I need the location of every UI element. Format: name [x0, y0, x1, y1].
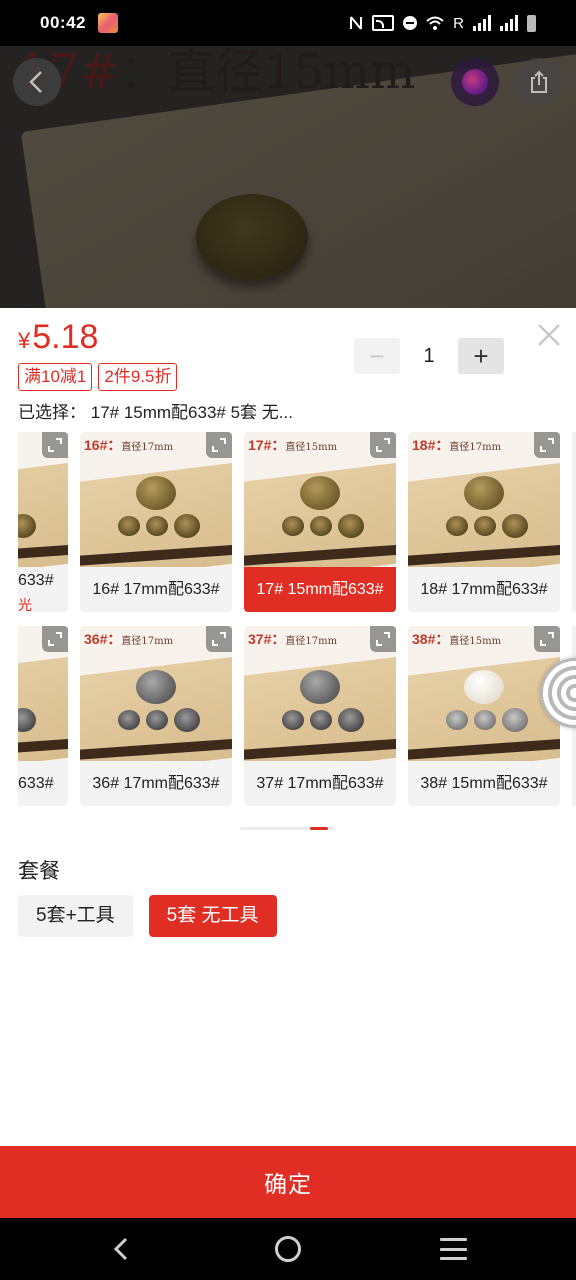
back-button[interactable] — [13, 58, 61, 106]
variant-card-17[interactable]: 17#：直径15mm 17# 15mm配633# — [244, 432, 396, 612]
back-arrow-icon — [29, 71, 42, 93]
cast-icon — [372, 15, 395, 31]
dnd-icon — [403, 16, 418, 30]
variant-caption: 17# 15mm配633# — [244, 567, 396, 612]
variant-caption: 633# 光 — [18, 572, 54, 612]
avatar-icon — [462, 69, 488, 95]
avatar-button[interactable] — [451, 58, 499, 106]
variant-caption: 18# 17mm配633# — [420, 581, 548, 598]
thumbnail-label: 17#：直径15mm — [248, 437, 338, 453]
share-button[interactable] — [515, 58, 563, 106]
variant-caption: 633# — [18, 775, 54, 792]
thumbnail-label: 18#：直径17mm — [412, 437, 502, 453]
expand-icon[interactable] — [42, 626, 68, 652]
page-indicator-current — [310, 827, 328, 830]
quantity-value[interactable]: 1 — [400, 345, 458, 368]
variant-card-16[interactable]: 16#：直径17mm 16# 17mm配633# — [80, 432, 232, 612]
expand-icon[interactable] — [42, 432, 68, 458]
product-hero-image: 17#：直径15mm — [0, 46, 576, 308]
promo-tag[interactable]: 满10减1 — [18, 363, 93, 391]
confirm-button[interactable]: 确定 — [0, 1146, 576, 1218]
package-option-no-tools[interactable]: 5套 无工具 — [148, 895, 277, 937]
status-icons: R — [349, 14, 536, 32]
selected-value: 17# 15mm配633# 5套 无... — [90, 403, 293, 422]
variant-caption: 36# 17mm配633# — [92, 775, 220, 792]
price-amount: 5.18 — [32, 318, 99, 356]
variant-grid[interactable]: 633# 光 633# 16#：直径17mm 16# 17mm配633# 17#… — [18, 432, 576, 812]
promo-tag[interactable]: 2件9.5折 — [98, 363, 178, 391]
selected-summary: 已选择： 17# 15mm配633# 5套 无... — [18, 398, 293, 423]
package-option-with-tools[interactable]: 5套+工具 — [18, 895, 133, 937]
nfc-icon — [350, 16, 363, 30]
variant-card-partial[interactable]: 633# 光 — [18, 432, 68, 612]
app-icon — [97, 13, 118, 33]
thumbnail-label: 38#：直径15mm — [412, 631, 502, 647]
variant-caption: 16# 17mm配633# — [92, 581, 220, 598]
variant-caption: 37# 17mm配633# — [256, 775, 384, 792]
variant-card-partial-right[interactable] — [572, 432, 576, 612]
nav-back-icon[interactable] — [110, 1235, 136, 1263]
thumbnail-label: 36#：直径17mm — [84, 631, 174, 647]
decrease-quantity-button[interactable]: − — [354, 338, 400, 374]
package-options: 5套+工具 5套 无工具 — [18, 895, 277, 937]
expand-icon[interactable] — [370, 626, 396, 652]
share-icon — [531, 70, 547, 93]
sku-selection-sheet: ¥ 5.18 满10减1 2件9.5折 − 1 + 已选择： 17# 15mm配… — [0, 308, 576, 1146]
selected-label: 已选择： — [18, 403, 86, 422]
thumbnail-label: 37#：直径17mm — [248, 631, 338, 647]
page-indicator — [240, 827, 334, 830]
variant-card-37[interactable]: 37#：直径17mm 37# 17mm配633# — [244, 626, 396, 806]
price: ¥ 5.18 — [18, 318, 98, 357]
status-time: 00:42 — [40, 13, 86, 32]
battery-icon — [527, 14, 536, 32]
signal-icon — [500, 15, 518, 31]
variant-card-18[interactable]: 18#：直径17mm 18# 17mm配633# — [408, 432, 560, 612]
signal-icon — [473, 15, 491, 31]
thumbnail-label: 16#：直径17mm — [84, 437, 174, 453]
expand-icon[interactable] — [534, 626, 560, 652]
close-icon[interactable] — [534, 320, 564, 350]
expand-icon[interactable] — [370, 432, 396, 458]
price-currency: ¥ — [18, 328, 31, 353]
variant-card-partial[interactable]: 633# — [18, 626, 68, 806]
promo-tags: 满10减1 2件9.5折 — [18, 363, 178, 391]
package-title: 套餐 — [18, 860, 60, 883]
quantity-stepper: − 1 + — [354, 338, 504, 374]
variant-card-36[interactable]: 36#：直径17mm 36# 17mm配633# — [80, 626, 232, 806]
variant-card-38[interactable]: 38#：直径15mm 38# 15mm配633# — [408, 626, 560, 806]
expand-icon[interactable] — [534, 432, 560, 458]
variant-caption: 38# 15mm配633# — [420, 775, 548, 792]
expand-icon[interactable] — [206, 626, 232, 652]
wifi-icon — [426, 16, 444, 30]
increase-quantity-button[interactable]: + — [458, 338, 504, 374]
nav-home-icon[interactable] — [275, 1236, 301, 1262]
system-nav-bar — [0, 1218, 576, 1280]
roaming-label: R — [453, 14, 464, 32]
nav-menu-icon[interactable] — [440, 1238, 467, 1260]
status-bar: 00:42 R — [0, 0, 576, 46]
expand-icon[interactable] — [206, 432, 232, 458]
